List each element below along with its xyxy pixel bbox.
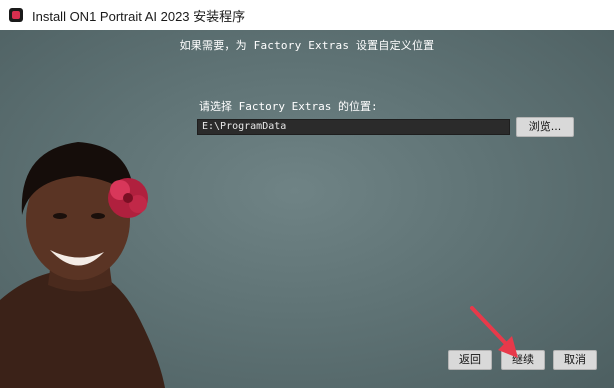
portrait-illustration	[0, 142, 165, 388]
installer-window: Install ON1 Portrait AI 2023 安装程序 如果需要，为…	[0, 0, 614, 388]
red-arrow-pointer-icon	[470, 306, 518, 358]
title-bar: Install ON1 Portrait AI 2023 安装程序	[0, 0, 614, 30]
on1-app-icon	[9, 8, 23, 22]
flower-icon	[108, 178, 148, 218]
location-path-input[interactable]	[197, 119, 510, 135]
window-title: Install ON1 Portrait AI 2023 安装程序	[32, 8, 246, 24]
page-heading: 如果需要，为 Factory Extras 设置自定义位置	[179, 39, 435, 52]
browse-button[interactable]: 浏览...	[516, 117, 574, 137]
location-prompt-label: 请选择 Factory Extras 的位置:	[199, 100, 378, 113]
cancel-button[interactable]: 取消	[553, 350, 597, 370]
